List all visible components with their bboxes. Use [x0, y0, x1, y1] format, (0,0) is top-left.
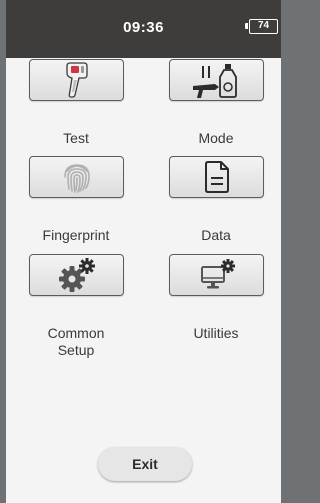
- utilities-label: Utilities: [193, 325, 239, 341]
- battery-icon: 74: [245, 19, 278, 34]
- clock: 09:36: [123, 19, 164, 36]
- battery-level: 74: [257, 20, 270, 31]
- fingerprint-button[interactable]: [29, 156, 124, 198]
- test-button[interactable]: [29, 59, 124, 101]
- status-bar: 09:36 74: [6, 0, 281, 58]
- common-setup-label: Common Setup: [47, 325, 105, 358]
- gear-icon: [58, 258, 95, 292]
- handheld-analyzer-icon: [65, 62, 88, 98]
- mode-icon: [192, 64, 237, 98]
- fingerprint-label: Fingerprint: [42, 227, 110, 243]
- test-label: Test: [63, 130, 89, 146]
- data-button[interactable]: [169, 156, 264, 198]
- document-icon: [204, 161, 229, 193]
- fingerprint-icon: [63, 164, 90, 193]
- device-screen: 09:36 74 Test Mode Fingerprint Data Comm…: [0, 0, 281, 503]
- common-setup-button[interactable]: [29, 254, 124, 296]
- utilities-button[interactable]: [169, 254, 264, 296]
- monitor-gear-icon: [200, 259, 235, 289]
- data-label: Data: [201, 227, 231, 243]
- mode-button[interactable]: [169, 59, 264, 101]
- main-menu: Test Mode Fingerprint Data Common Setup …: [6, 58, 281, 503]
- mode-label: Mode: [198, 130, 234, 146]
- exit-button[interactable]: Exit: [98, 447, 192, 481]
